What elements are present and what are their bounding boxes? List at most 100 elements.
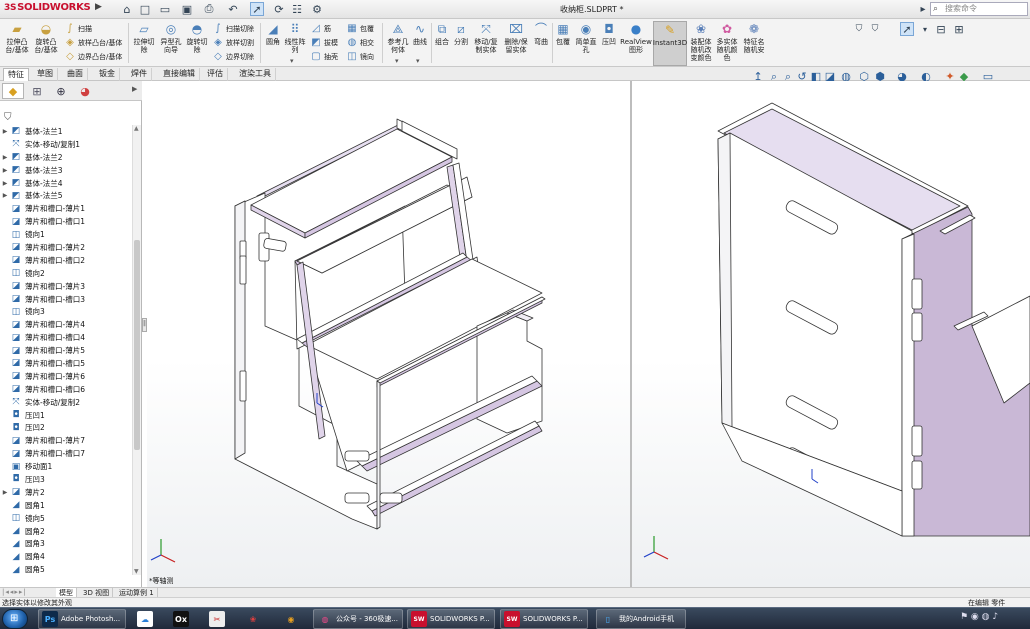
property-manager-tab-icon[interactable]: ⊞ <box>26 83 48 99</box>
extrude-cut-button[interactable]: ▱ 拉伸切 除 <box>131 21 157 54</box>
scrollbar-thumb[interactable] <box>134 240 140 450</box>
expand-arrow-icon[interactable]: ▶ <box>0 180 10 187</box>
tab-features[interactable]: 特征 <box>3 68 29 81</box>
file-properties-icon[interactable]: ☷ <box>290 2 304 16</box>
intersect-button[interactable]: ◍ 相交 <box>346 36 374 49</box>
tree-item[interactable]: ⤧ 实体-移动/复制1 <box>0 138 132 151</box>
tab-direct-edit[interactable]: 直接编辑 <box>159 68 200 81</box>
multibody-random-color-button[interactable]: ✿ 多实体 随机颜 色 <box>716 21 738 62</box>
taskbar-solidworks-1[interactable]: SW SOLIDWORKS P... <box>407 609 495 629</box>
tree-item[interactable]: ◪ 薄片和槽口-槽口5 <box>0 357 132 370</box>
taskbar-app-red[interactable]: ❀ <box>242 609 264 629</box>
feature-random-button[interactable]: ❁ 特征名 随机安 <box>742 21 766 54</box>
draft-button[interactable]: ◩ 拔模 <box>310 36 338 49</box>
help-arrow-icon[interactable]: ▸ <box>916 2 930 16</box>
tree-item[interactable]: ◢ 圆角5 <box>0 563 132 576</box>
extrude-boss-button[interactable]: ▰ 拉伸凸 台/基体 <box>4 21 30 54</box>
taskbar-app-cloud[interactable]: ☁ <box>134 609 156 629</box>
hole-wizard-button[interactable]: ◎ 异型孔 向导 <box>159 21 183 54</box>
instant3d-button[interactable]: ✎ Instant3D <box>653 21 687 66</box>
display-manager-tab-icon[interactable]: ◕ <box>74 83 96 99</box>
tree-item[interactable]: ◪ 薄片和槽口-槽口3 <box>0 293 132 306</box>
curves-dropdown-icon[interactable]: ▾ <box>416 57 420 65</box>
expand-arrow-icon[interactable]: ▶ <box>0 154 10 161</box>
tree-item[interactable]: ◘ 压凹3 <box>0 473 132 486</box>
tree-item[interactable]: ◢ 圆角4 <box>0 550 132 563</box>
home-icon[interactable]: ⌂ <box>120 2 134 16</box>
move-copy-body-button[interactable]: ⤧ 移动/复 制实体 <box>472 21 500 54</box>
delete-keep-body-button[interactable]: ⌧ 删除/保 留实体 <box>502 21 530 54</box>
mirror-button[interactable]: ◫ 镜向 <box>346 50 374 63</box>
options-gear-icon[interactable]: ⚙ <box>310 2 324 16</box>
taskbar-solidworks-2[interactable]: SW SOLIDWORKS P... <box>500 609 588 629</box>
undo-icon[interactable]: ↶ <box>226 2 240 16</box>
solidworks-logo[interactable]: 3SSOLIDWORKS <box>4 2 91 13</box>
tab-surfaces[interactable]: 曲面 <box>63 68 88 81</box>
wrap-button[interactable]: ▦ 包覆 <box>346 22 374 35</box>
tree-item[interactable]: ◢ 圆角1 <box>0 499 132 512</box>
start-button[interactable]: ⊞ <box>2 609 28 629</box>
boundary-boss-button[interactable]: ◇ 边界凸台/基体 <box>64 50 122 63</box>
save-icon[interactable]: ▣ <box>180 2 194 16</box>
feature-tree-tab-icon[interactable]: ◆ <box>2 83 24 99</box>
select-tool-icon[interactable]: ➚ <box>900 22 914 36</box>
swept-cut-button[interactable]: ∫ 扫描切除 <box>212 22 254 35</box>
rebuild-icon[interactable]: ⟳ <box>272 2 286 16</box>
loft-boss-button[interactable]: ◈ 放样凸台/基体 <box>64 36 122 49</box>
open-icon[interactable]: ▭ <box>158 2 172 16</box>
select-dropdown-icon[interactable]: ▾ <box>918 22 932 36</box>
system-tray[interactable]: ⚑ ◉ ◍ ♪ <box>960 612 998 622</box>
tree-item[interactable]: ◪ 薄片和槽口-槽口6 <box>0 383 132 396</box>
tab-scroll-arrows[interactable]: |◂◂▸▸| <box>2 588 27 596</box>
tree-item[interactable]: ◫ 镜向5 <box>0 512 132 525</box>
tree-item[interactable]: ◢ 圆角3 <box>0 538 132 551</box>
tree-item[interactable]: ▶ ◩ 基体-法兰3 <box>0 164 132 177</box>
new-document-icon[interactable]: □ <box>138 2 152 16</box>
rib-button[interactable]: ◿ 筋 <box>310 22 331 35</box>
pattern-dropdown-icon[interactable]: ▾ <box>290 57 294 65</box>
taskbar-app-tool[interactable]: ✂ <box>206 609 228 629</box>
tree-item[interactable]: ▶ ◩ 基体-法兰1 <box>0 125 132 138</box>
search-input[interactable]: ⌕ 搜索命令 <box>930 2 1028 16</box>
taskbar-app-ox[interactable]: Ox <box>170 609 192 629</box>
tree-item[interactable]: ◪ 薄片和槽口-薄片2 <box>0 241 132 254</box>
tree-item[interactable]: ◫ 镜向2 <box>0 267 132 280</box>
tree-item[interactable]: ◪ 薄片和槽口-槽口7 <box>0 447 132 460</box>
tree-item[interactable]: ◫ 镜向1 <box>0 228 132 241</box>
window-tile-icon[interactable]: ⊟ <box>934 22 948 36</box>
tree-item[interactable]: ◪ 薄片和槽口-槽口2 <box>0 254 132 267</box>
split-button[interactable]: ⧄ 分割 <box>452 21 470 46</box>
tree-item[interactable]: ◪ 薄片和槽口-薄片5 <box>0 344 132 357</box>
boundary-cut-button[interactable]: ◇ 边界切除 <box>212 50 254 63</box>
tab-evaluate[interactable]: 评估 <box>203 68 228 81</box>
tree-item[interactable]: ◪ 薄片和槽口-槽口1 <box>0 215 132 228</box>
menu-expand-arrow[interactable]: ▶ <box>95 2 103 16</box>
combine-button[interactable]: ⧉ 组合 <box>433 21 451 46</box>
tree-item[interactable]: ◪ 薄片和槽口-薄片7 <box>0 434 132 447</box>
expand-arrow-icon[interactable]: ▶ <box>0 128 10 135</box>
tab-render-tools[interactable]: 渲染工具 <box>235 68 276 81</box>
expand-arrow-icon[interactable]: ▶ <box>0 489 10 496</box>
indent-button[interactable]: ◘ 压凹 <box>600 21 618 46</box>
fillet-button[interactable]: ◢ 圆角 <box>263 21 283 46</box>
tree-item[interactable]: ▣ 移动面1 <box>0 460 132 473</box>
tree-item[interactable]: ◪ 薄片和槽口-薄片1 <box>0 202 132 215</box>
tab-weldments[interactable]: 焊件 <box>127 68 152 81</box>
realview-button[interactable]: ● RealView 图形 <box>620 21 652 54</box>
revolve-boss-button[interactable]: ◒ 旋转凸 台/基体 <box>32 21 60 54</box>
tree-item[interactable]: ▶ ◩ 基体-法兰2 <box>0 151 132 164</box>
sweep-button[interactable]: ∫ 扫描 <box>64 22 92 35</box>
tree-item[interactable]: ▶ ◩ 基体-法兰4 <box>0 177 132 190</box>
tab-sketch[interactable]: 草图 <box>33 68 58 81</box>
revolve-cut-button[interactable]: ◓ 旋转切 除 <box>185 21 209 54</box>
configuration-tab-icon[interactable]: ⊕ <box>50 83 72 99</box>
tree-scrollbar[interactable]: ▲ ▼ <box>132 125 141 575</box>
tree-item[interactable]: ◪ 薄片和槽口-薄片4 <box>0 318 132 331</box>
linear-pattern-button[interactable]: ⠿ 线性阵 列 <box>284 21 306 54</box>
tree-item[interactable]: ◫ 镜向3 <box>0 305 132 318</box>
print-icon[interactable]: ⎙ <box>202 2 216 16</box>
tree-item[interactable]: ◘ 压凹2 <box>0 421 132 434</box>
taskbar-qq-browser[interactable]: ◍ 公众号 - 360极速... <box>313 609 403 629</box>
filter-toggle-icon[interactable]: ⛉ <box>868 22 882 36</box>
tree-item[interactable]: ◘ 压凹1 <box>0 409 132 422</box>
